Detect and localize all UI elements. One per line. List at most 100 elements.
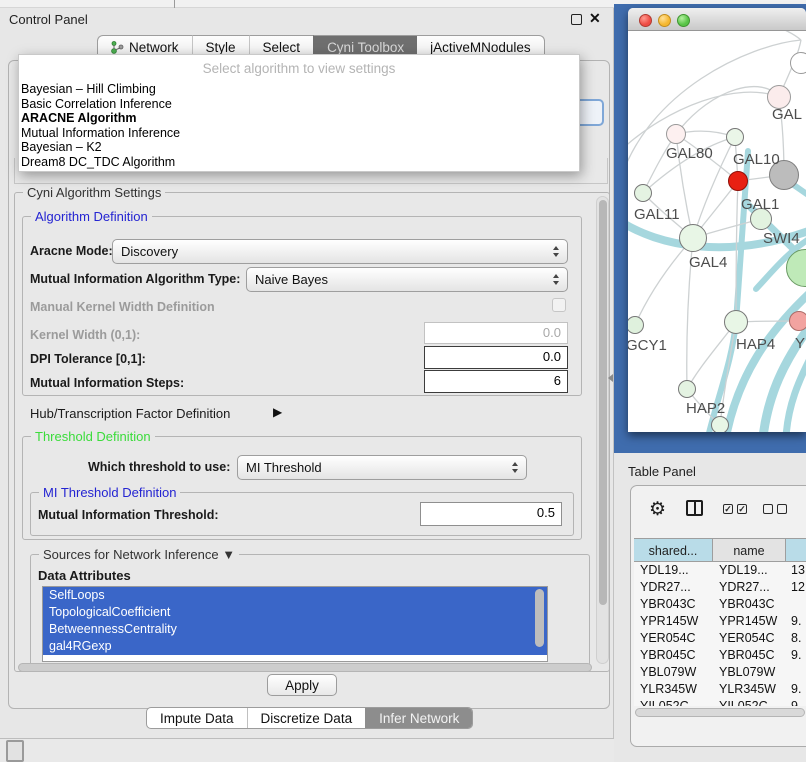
table-row[interactable]: YLR345WYLR345W9. — [634, 681, 806, 698]
which-threshold-select[interactable]: MI Threshold — [237, 455, 527, 480]
cyni-algorithm-settings-title: Cyni Algorithm Settings — [23, 185, 165, 200]
kernel-width-field[interactable]: 0.0 — [424, 322, 568, 344]
node-label: HAP2 — [686, 400, 725, 417]
network-node-gal10[interactable] — [726, 128, 744, 146]
algorithm-option[interactable]: Mutual Information Inference — [21, 126, 577, 141]
table-horizontal-scrollbar[interactable] — [635, 708, 806, 718]
network-window-titlebar[interactable] — [628, 8, 806, 31]
algorithm-definition-title: Algorithm Definition — [31, 209, 152, 224]
spinner-icon — [553, 274, 559, 285]
table-row-partial[interactable]: YIL052CYIL052C9. — [634, 698, 806, 706]
mi-algorithm-type-label: Mutual Information Algorithm Type: — [30, 272, 240, 286]
table-scrollbar-thumb[interactable] — [635, 708, 805, 717]
apply-button[interactable]: Apply — [267, 674, 337, 696]
cell: 13 — [786, 562, 806, 579]
gear-icon[interactable]: ⚙ — [649, 498, 666, 521]
attribute-item[interactable]: TopologicalCoefficient — [43, 604, 547, 621]
cell: YDL19... — [634, 562, 713, 579]
cell: 9. — [786, 698, 806, 706]
algorithm-prompt: Select algorithm to view settings — [19, 61, 579, 76]
aracne-mode-select[interactable]: Discovery — [112, 239, 568, 264]
mi-threshold-definition-title: MI Threshold Definition — [39, 485, 180, 500]
column-header-partial[interactable] — [786, 539, 806, 561]
algorithm-option-selected[interactable]: ARACNE Algorithm — [21, 111, 577, 126]
control-panel-window: Control Panel ✕ Network Style Select Cyn… — [0, 8, 614, 739]
table-row[interactable]: YBR045CYBR045C9. — [634, 647, 806, 664]
cell: YIL052C — [713, 698, 786, 706]
algorithm-option[interactable]: Bayesian – K2 — [21, 140, 577, 155]
float-panel-icon[interactable] — [571, 14, 582, 25]
window-zoom-icon[interactable] — [677, 14, 690, 27]
tab-discretize-data[interactable]: Discretize Data — [247, 708, 366, 728]
cell — [786, 664, 806, 681]
algorithm-option[interactable]: Dream8 DC_TDC Algorithm — [21, 155, 577, 170]
tab-network-label: Network — [129, 40, 179, 55]
tab-cyni-toolbox-label: Cyni Toolbox — [327, 40, 404, 55]
table-toolbar: ⚙ ✓ ✓ — [631, 496, 806, 526]
window-close-icon[interactable] — [639, 14, 652, 27]
table-row[interactable]: YDL19...YDL19...13 — [634, 562, 806, 579]
which-threshold-value: MI Threshold — [246, 460, 506, 475]
mi-threshold-field[interactable]: 0.5 — [420, 502, 562, 526]
table-row[interactable]: YPR145WYPR145W9. — [634, 613, 806, 630]
column-header-name[interactable]: name — [713, 539, 786, 561]
attributes-scrollbar-thumb[interactable] — [535, 589, 544, 647]
table-row[interactable]: YDR27...YDR27...12 — [634, 579, 806, 596]
network-node-y-partial[interactable] — [789, 311, 806, 331]
dpi-tolerance-label: DPI Tolerance [0,1]: — [30, 352, 146, 366]
dpi-tolerance-field[interactable]: 0.0 — [424, 346, 568, 369]
network-node-hap4[interactable] — [724, 310, 748, 334]
node-label: SWI4 — [763, 230, 800, 247]
node-label: GAL1 — [741, 196, 779, 213]
sources-collapse-arrow-icon[interactable]: ▼ — [222, 547, 235, 562]
select-none-icon[interactable] — [763, 504, 773, 514]
network-node-gal1[interactable] — [728, 171, 748, 191]
mi-steps-field[interactable]: 6 — [424, 370, 568, 393]
which-threshold-label: Which threshold to use: — [88, 460, 230, 474]
aracne-mode-value: Discovery — [121, 244, 547, 259]
columns-icon[interactable] — [686, 500, 703, 516]
cell: YLR345W — [713, 681, 786, 698]
data-attributes-list[interactable]: SelfLoops TopologicalCoefficient Between… — [42, 586, 548, 662]
table-panel-title: Table Panel — [628, 464, 696, 479]
select-none-icon[interactable] — [777, 504, 787, 514]
algorithm-option[interactable]: Bayesian – Hill Climbing — [21, 82, 577, 97]
cell: YER054C — [713, 630, 786, 647]
minimized-panel-icon[interactable] — [6, 740, 24, 762]
cell: 9. — [786, 613, 806, 630]
table-row[interactable]: YBL079WYBL079W — [634, 664, 806, 681]
mi-algorithm-type-select[interactable]: Naive Bayes — [246, 267, 568, 292]
network-node-partial-bottom[interactable] — [711, 416, 729, 432]
tab-infer-network[interactable]: Infer Network — [365, 708, 472, 728]
close-icon[interactable]: ✕ — [589, 10, 601, 27]
spinner-icon — [512, 462, 518, 473]
network-node-gal11[interactable] — [634, 184, 652, 202]
settings-scrollbar-thumb[interactable] — [599, 200, 607, 605]
manual-kernel-width-checkbox[interactable] — [552, 298, 566, 312]
tab-impute-data[interactable]: Impute Data — [147, 708, 247, 728]
algorithm-option[interactable]: Basic Correlation Inference — [21, 97, 577, 112]
window-minimize-icon[interactable] — [658, 14, 671, 27]
network-node-gal4[interactable] — [679, 224, 707, 252]
attribute-item[interactable]: gal4RGexp — [43, 638, 547, 655]
tab-style-label: Style — [206, 40, 236, 55]
select-all-checked-icon[interactable]: ✓ — [737, 504, 747, 514]
select-all-checked-icon[interactable]: ✓ — [723, 504, 733, 514]
hub-expand-arrow-icon[interactable]: ▶ — [273, 405, 282, 419]
cell: YDL19... — [713, 562, 786, 579]
settings-vertical-scrollbar[interactable] — [596, 196, 609, 664]
column-header-shared-name[interactable]: shared... — [634, 539, 713, 561]
table-row[interactable]: YBR043CYBR043C — [634, 596, 806, 613]
table-row[interactable]: YER054CYER054C8. — [634, 630, 806, 647]
cell: 12 — [786, 579, 806, 596]
network-node-hap2[interactable] — [678, 380, 696, 398]
cell: YER054C — [634, 630, 713, 647]
network-node-partial-top[interactable] — [790, 52, 806, 74]
settings-horizontal-scrollbar[interactable] — [18, 663, 592, 672]
network-node-gal80[interactable] — [666, 124, 686, 144]
sources-title: Sources for Network Inference — [43, 547, 219, 562]
attribute-item[interactable]: SelfLoops — [43, 587, 547, 604]
cell: YLR345W — [634, 681, 713, 698]
splitter-collapse-handle[interactable] — [608, 374, 613, 382]
attribute-item[interactable]: BetweennessCentrality — [43, 621, 547, 638]
